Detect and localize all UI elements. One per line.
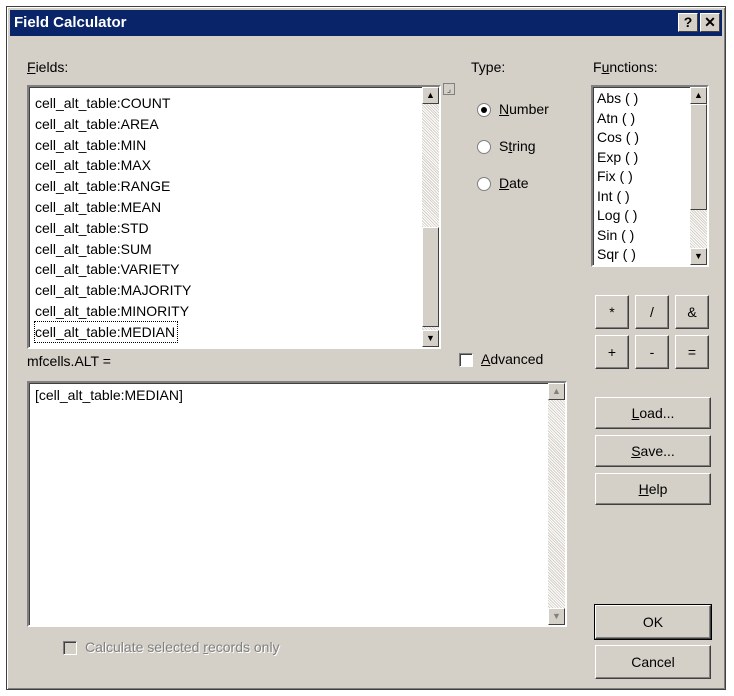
expression-scrollbar[interactable]: ▲ ▼ bbox=[548, 383, 565, 625]
functions-scrollbar[interactable]: ▲ ▼ bbox=[690, 87, 707, 265]
type-radio-date[interactable] bbox=[477, 177, 491, 191]
close-button[interactable]: ✕ bbox=[700, 13, 720, 32]
field-calculator-dialog: Field Calculator ? ✕ Fields: cell_alt_ta… bbox=[6, 6, 726, 690]
field-list-item[interactable]: cell_alt_table:MEDIAN bbox=[33, 320, 179, 343]
type-radio-number[interactable] bbox=[477, 103, 491, 117]
fields-label-rest: ields: bbox=[35, 59, 69, 75]
operator-button[interactable]: + bbox=[595, 335, 629, 369]
function-list-item[interactable]: Log ( ) bbox=[597, 206, 637, 225]
field-list-item[interactable]: cell_alt_table:MAJORITY bbox=[35, 280, 191, 300]
function-list-item[interactable]: Sin ( ) bbox=[597, 226, 634, 245]
save-button[interactable]: Save... bbox=[595, 435, 711, 467]
expression-textbox[interactable]: [cell_alt_table:MEDIAN] ▲ ▼ bbox=[27, 381, 567, 627]
title-bar[interactable]: Field Calculator ? ✕ bbox=[10, 10, 722, 36]
window-title: Field Calculator bbox=[14, 14, 127, 31]
field-list-item[interactable]: cell_alt_table:AREA bbox=[35, 114, 159, 134]
calculate-selected-checkbox[interactable] bbox=[63, 641, 77, 655]
operator-button[interactable]: / bbox=[635, 295, 669, 329]
radio-selected-dot bbox=[481, 107, 487, 113]
field-list-item[interactable]: cell_alt_table:MINORITY bbox=[35, 301, 189, 321]
type-radio-string[interactable] bbox=[477, 140, 491, 154]
function-list-item[interactable]: Exp ( ) bbox=[597, 148, 638, 167]
function-list-item[interactable]: Abs ( ) bbox=[597, 89, 638, 108]
type-label: Type: bbox=[471, 59, 506, 75]
field-list-item[interactable]: cell_alt_table:RANGE bbox=[35, 176, 170, 196]
fields-listbox[interactable]: cell_alt_table:COUNT cell_alt_table:AREA c… bbox=[27, 85, 441, 349]
function-list-item[interactable]: Sqr ( ) bbox=[597, 245, 636, 264]
operator-button[interactable]: & bbox=[675, 295, 709, 329]
field-list-item[interactable]: cell_alt_table:SUM bbox=[35, 239, 152, 259]
fields-scrollbar[interactable]: ▲ ▼ bbox=[422, 87, 439, 347]
expression-scroll-up-arrow-icon[interactable]: ▲ bbox=[548, 383, 565, 400]
type-radio-label-date: Date bbox=[499, 175, 529, 191]
expression-label: mfcells.ALT = bbox=[27, 353, 111, 369]
field-list-item[interactable]: cell_alt_table:STD bbox=[35, 218, 149, 238]
functions-label: Functions: bbox=[593, 59, 658, 75]
functions-scroll-thumb[interactable] bbox=[690, 104, 707, 210]
function-list-item[interactable]: Int ( ) bbox=[597, 187, 630, 206]
function-list-item[interactable]: Atn ( ) bbox=[597, 109, 635, 128]
advanced-checkbox[interactable] bbox=[459, 353, 473, 367]
operator-button[interactable]: - bbox=[635, 335, 669, 369]
cancel-button[interactable]: Cancel bbox=[595, 645, 711, 679]
function-list-item[interactable]: Cos ( ) bbox=[597, 128, 639, 147]
operator-button[interactable]: = bbox=[675, 335, 709, 369]
fields-label: Fields: bbox=[27, 59, 69, 75]
expression-text[interactable]: [cell_alt_table:MEDIAN] bbox=[35, 387, 183, 403]
field-list-item[interactable]: cell_alt_table:MEAN bbox=[35, 197, 161, 217]
field-list-item[interactable]: cell_alt_table:MAX bbox=[35, 155, 151, 175]
function-list-item[interactable]: Fix ( ) bbox=[597, 167, 633, 186]
field-list-item[interactable]: cell_alt_table:VARIETY bbox=[35, 259, 179, 279]
type-radio-label-string: String bbox=[499, 138, 536, 154]
ok-button[interactable]: OK bbox=[594, 604, 712, 640]
type-radio-label-number: Number bbox=[499, 101, 549, 117]
advanced-label: Advanced bbox=[481, 351, 544, 367]
scroll-up-arrow-icon[interactable]: ▲ bbox=[422, 87, 439, 104]
fields-scroll-thumb[interactable] bbox=[422, 227, 439, 327]
functions-scroll-down-arrow-icon[interactable]: ▼ bbox=[690, 248, 707, 265]
field-list-item[interactable]: cell_alt_table:MIN bbox=[35, 135, 146, 155]
scroll-down-arrow-icon[interactable]: ▼ bbox=[422, 330, 439, 347]
expression-scroll-down-arrow-icon[interactable]: ▼ bbox=[548, 608, 565, 625]
help-button[interactable]: Help bbox=[595, 473, 711, 505]
sort-toggle-icon[interactable]: ⌟ bbox=[443, 83, 455, 95]
help-title-button[interactable]: ? bbox=[678, 13, 698, 32]
functions-listbox[interactable]: Abs ( ) Atn ( ) Cos ( ) Exp ( ) Fix ( ) Int (… bbox=[591, 85, 709, 267]
functions-scroll-up-arrow-icon[interactable]: ▲ bbox=[690, 87, 707, 104]
calculate-selected-label: Calculate selected records only bbox=[85, 639, 280, 655]
operator-button[interactable]: * bbox=[595, 295, 629, 329]
load-button[interactable]: Load... bbox=[595, 397, 711, 429]
field-list-item[interactable]: cell_alt_table:COUNT bbox=[35, 93, 170, 113]
